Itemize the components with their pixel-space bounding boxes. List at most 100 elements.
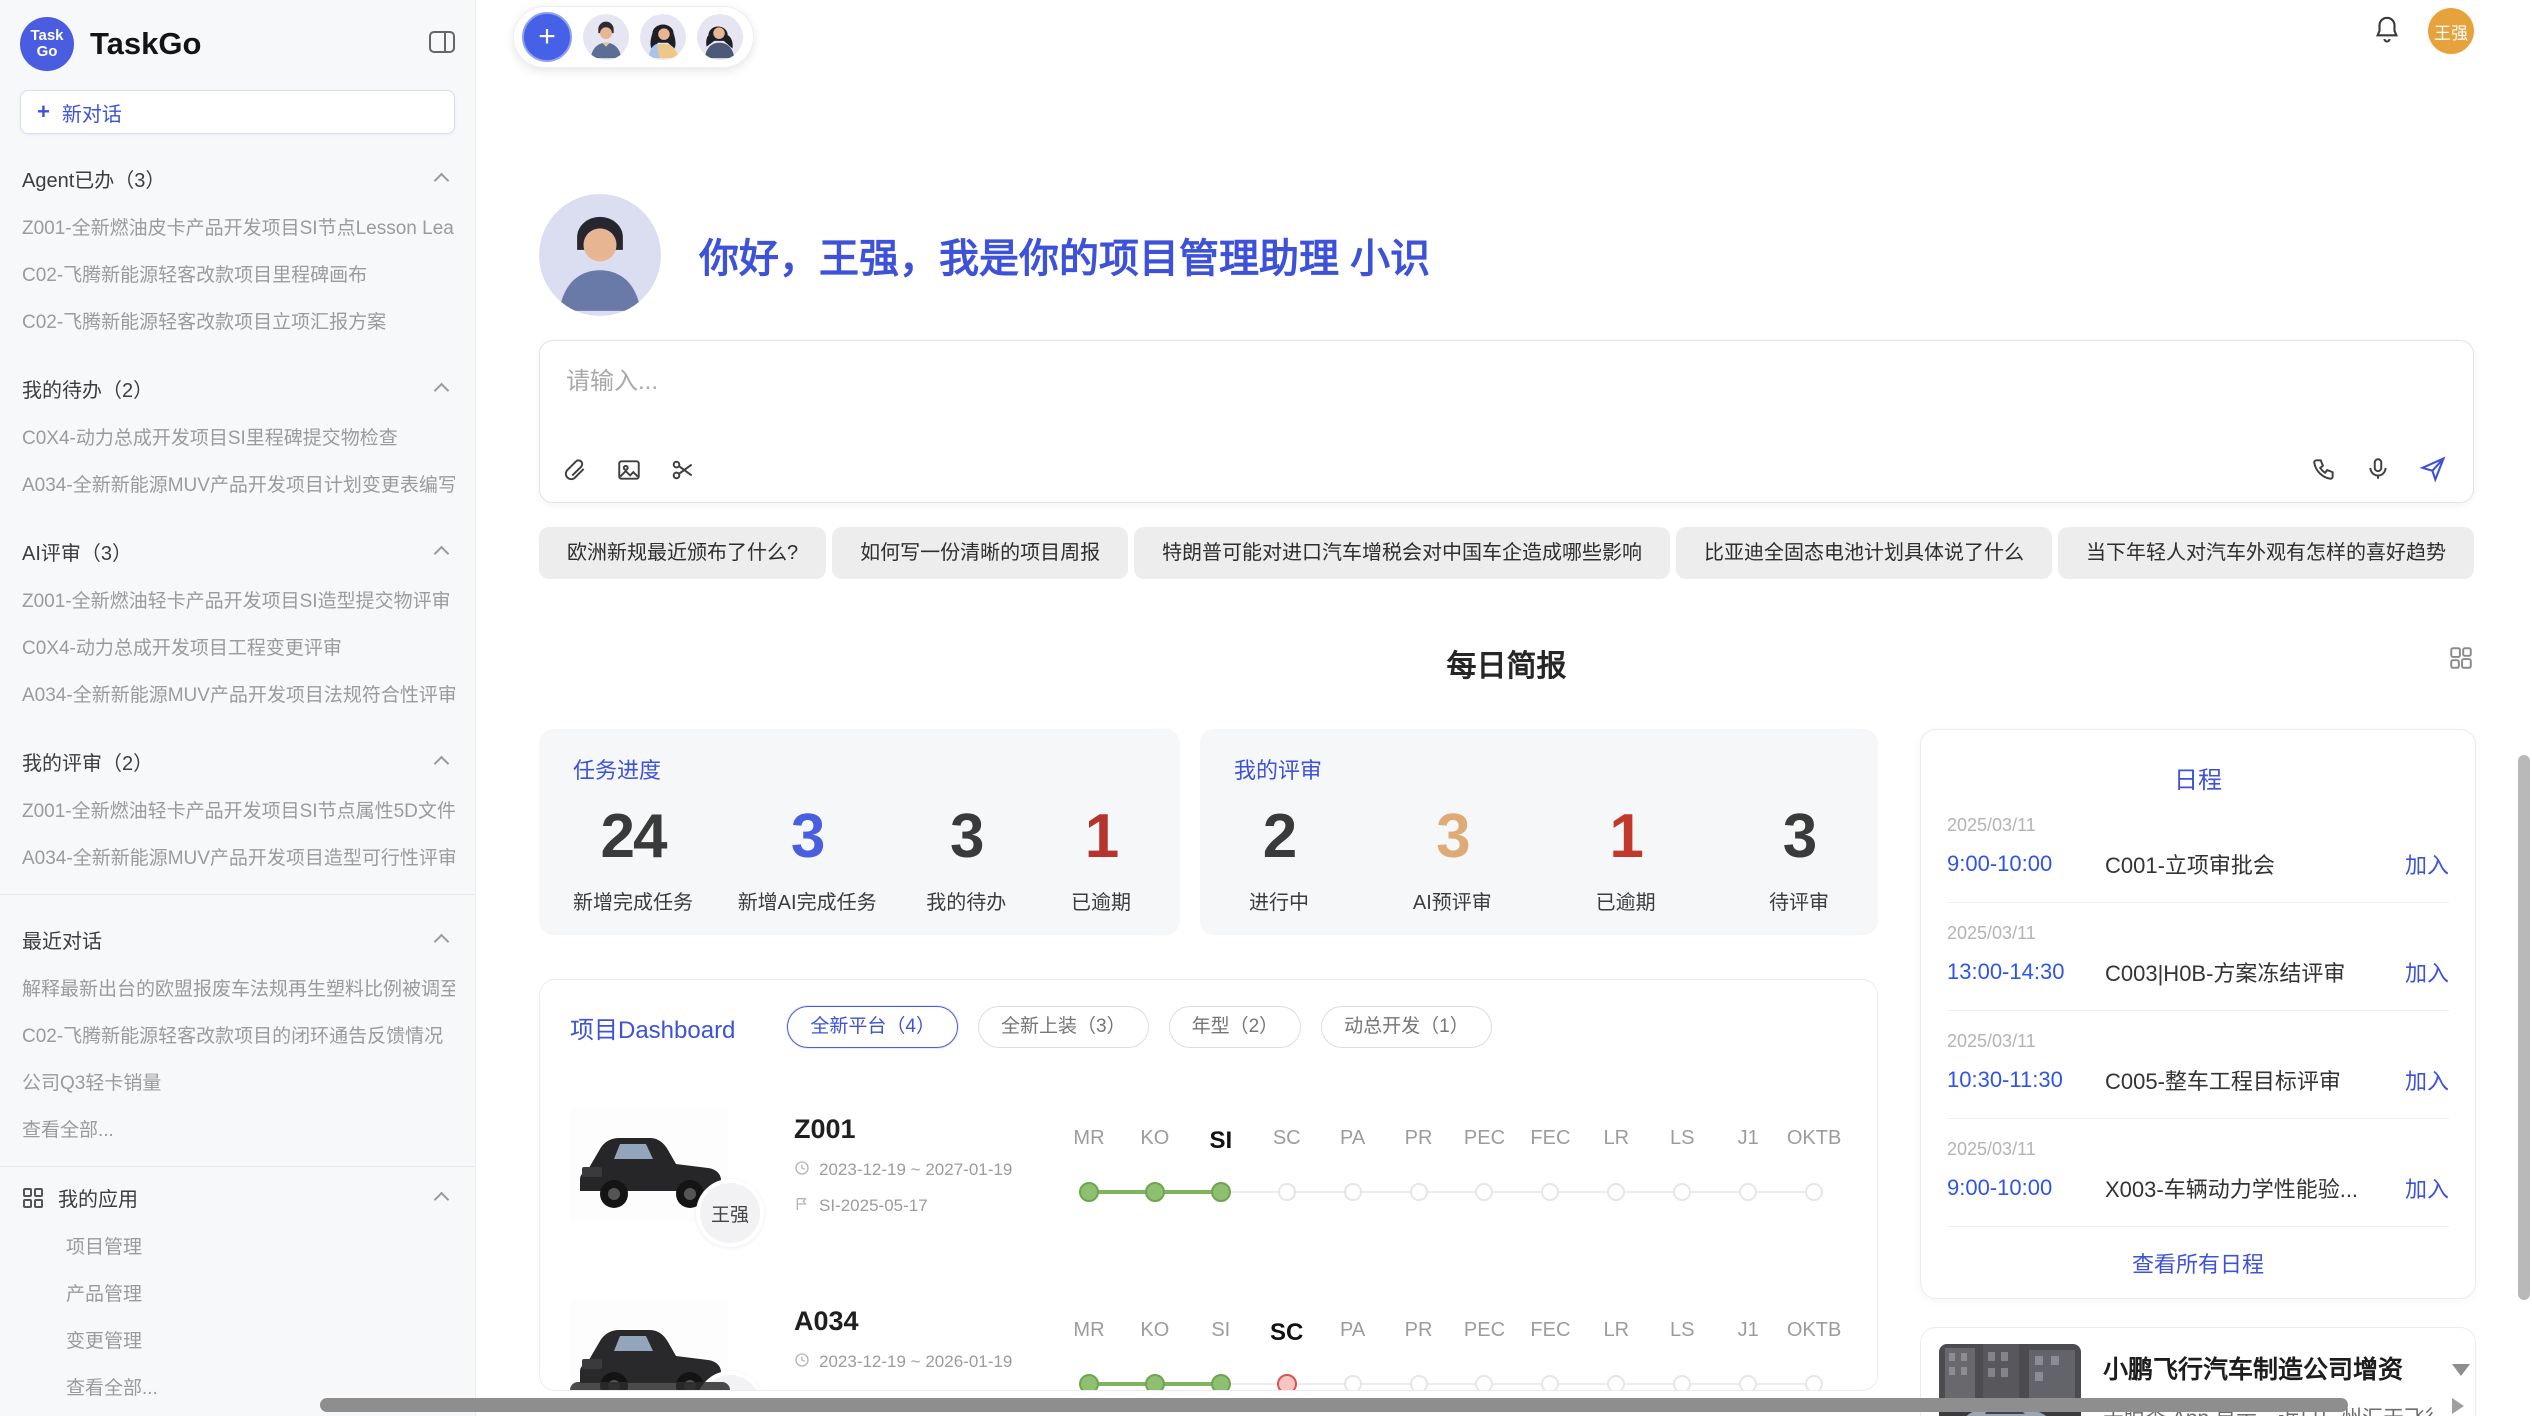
view-all-chats[interactable]: 查看全部... [20, 1105, 455, 1152]
member-avatar[interactable] [697, 14, 743, 60]
suggestion-chip[interactable]: 特朗普可能对进口汽车增税会对中国车企造成哪些影响 [1134, 527, 1670, 579]
app-link-product-mgmt[interactable]: 产品管理 [20, 1269, 455, 1316]
section-my-review[interactable]: 我的评审（2） [20, 741, 455, 782]
milestone-label: J1 [1715, 1319, 1781, 1347]
milestone-dot[interactable] [1739, 1183, 1757, 1201]
mic-icon[interactable] [2365, 456, 2391, 487]
milestone-label: OKTB [1781, 1319, 1847, 1347]
my-review-card: 我的评审 2进行中 3AI预评审 1已逾期 3待评审 [1200, 729, 1878, 935]
filter-chip[interactable]: 动总开发（1） [1321, 1006, 1492, 1048]
milestone-dot[interactable] [1079, 1182, 1099, 1202]
layout-grid-icon[interactable] [2448, 645, 2474, 676]
filter-chip[interactable]: 全新平台（4） [787, 1006, 958, 1048]
collapse-sidebar-icon[interactable] [429, 31, 455, 58]
milestone-dot[interactable] [1344, 1183, 1362, 1201]
project-row[interactable]: 王强 Z001 2023-12-19 ~ 2027-01-19 SI-2025-… [570, 1090, 1847, 1240]
task-item[interactable]: Z001-全新燃油皮卡产品开发项目SI节点Lesson Learn报告 [20, 203, 455, 250]
join-link[interactable]: 加入 [2405, 1064, 2449, 1096]
recent-chat-item[interactable]: C02-飞腾新能源轻客改款项目的闭环通告反馈情况 [20, 1011, 455, 1058]
section-ai-review[interactable]: AI评审（3） [20, 531, 455, 572]
event-date: 2025/03/11 [1947, 1139, 2449, 1160]
app-link-project-mgmt[interactable]: 项目管理 [20, 1222, 455, 1269]
task-item[interactable]: A034-全新新能源MUV产品开发项目计划变更表编写 [20, 460, 455, 507]
scroll-down-arrow[interactable] [2452, 1364, 2470, 1376]
phone-icon[interactable] [2311, 456, 2337, 487]
filter-chip[interactable]: 年型（2） [1169, 1006, 1302, 1048]
schedule-event[interactable]: 2025/03/11 9:00-10:00 X003-车辆动力学性能验... 加… [1947, 1119, 2449, 1227]
stat: 24新增完成任务 [573, 801, 693, 915]
scissors-icon[interactable] [670, 457, 696, 488]
send-icon[interactable] [2419, 455, 2447, 488]
vertical-scrollbar[interactable] [2518, 755, 2530, 1300]
topbar: + 王强 [539, 0, 2474, 70]
stat: 3待评审 [1754, 801, 1844, 915]
schedule-event[interactable]: 2025/03/11 10:30-11:30 C005-整车工程目标评审 加入 [1947, 1011, 2449, 1119]
sidebar-item-my-apps[interactable]: 我的应用 [20, 1173, 455, 1222]
milestone-dot[interactable] [1541, 1375, 1559, 1391]
filter-chip[interactable]: 全新上装（3） [978, 1006, 1149, 1048]
milestone-dot[interactable] [1739, 1375, 1757, 1391]
milestone-dot[interactable] [1145, 1374, 1165, 1391]
view-all-schedule-link[interactable]: 查看所有日程 [1947, 1227, 2449, 1299]
suggestion-chip[interactable]: 欧洲新规最近颁布了什么? [539, 527, 826, 579]
member-avatar[interactable] [583, 14, 629, 60]
milestone-dot[interactable] [1475, 1183, 1493, 1201]
task-item[interactable]: C02-飞腾新能源轻客改款项目立项汇报方案 [20, 297, 455, 344]
milestone-dot[interactable] [1805, 1183, 1823, 1201]
task-item[interactable]: C0X4-动力总成开发项目工程变更评审 [20, 623, 455, 670]
milestone-dot[interactable] [1673, 1375, 1691, 1391]
milestone-dot[interactable] [1079, 1374, 1099, 1391]
horizontal-scrollbar[interactable] [320, 1398, 2348, 1412]
milestone-dot[interactable] [1277, 1374, 1297, 1391]
app-link-change-mgmt[interactable]: 变更管理 [20, 1316, 455, 1363]
recent-chat-item[interactable]: 解释最新出台的欧盟报废车法规再生塑料比例被调至15%... [20, 964, 455, 1011]
dashboard-title: 项目Dashboard [570, 1010, 735, 1045]
suggestion-chip[interactable]: 比亚迪全固态电池计划具体说了什么 [1676, 527, 2052, 579]
image-icon[interactable] [616, 457, 642, 488]
milestone-dot[interactable] [1410, 1183, 1428, 1201]
suggestion-chip[interactable]: 当下年轻人对汽车外观有怎样的喜好趋势 [2058, 527, 2474, 579]
milestone-dot[interactable] [1145, 1182, 1165, 1202]
suggestion-chip[interactable]: 如何写一份清晰的项目周报 [832, 527, 1128, 579]
new-chat-button[interactable]: + 新对话 [20, 90, 455, 134]
join-link[interactable]: 加入 [2405, 1172, 2449, 1204]
task-item[interactable]: A034-全新新能源MUV产品开发项目造型可行性评审 [20, 833, 455, 880]
member-avatar[interactable] [640, 14, 686, 60]
task-item[interactable]: Z001-全新燃油轻卡产品开发项目SI造型提交物评审 [20, 576, 455, 623]
join-link[interactable]: 加入 [2405, 956, 2449, 988]
milestone-dot[interactable] [1541, 1183, 1559, 1201]
chat-input[interactable]: 请输入... [539, 340, 2474, 503]
schedule-event[interactable]: 2025/03/11 9:00-10:00 C001-立项审批会 加入 [1947, 795, 2449, 903]
join-link[interactable]: 加入 [2405, 848, 2449, 880]
milestone-label: SI [1188, 1127, 1254, 1155]
event-name: C003|H0B-方案冻结评审 [2105, 956, 2405, 988]
milestone-dot[interactable] [1673, 1183, 1691, 1201]
milestone-dot[interactable] [1805, 1375, 1823, 1391]
notification-bell-icon[interactable] [2372, 14, 2402, 49]
attachment-icon[interactable] [562, 457, 588, 488]
section-my-todo[interactable]: 我的待办（2） [20, 368, 455, 409]
milestone-label: PA [1320, 1319, 1386, 1347]
milestone-dot[interactable] [1607, 1375, 1625, 1391]
stat: 3我的待办 [921, 801, 1011, 915]
card-title: 任务进度 [573, 753, 1146, 785]
add-member-button[interactable]: + [522, 12, 572, 62]
task-item[interactable]: A034-全新新能源MUV产品开发项目法规符合性评审 [20, 670, 455, 717]
project-row[interactable]: 王强 A034 2023-12-19 ~ 2026-01-19 SC-2025-… [570, 1282, 1847, 1391]
milestone-dot[interactable] [1211, 1182, 1231, 1202]
section-agent-done[interactable]: Agent已办（3） [20, 158, 455, 199]
milestone-dot[interactable] [1278, 1183, 1296, 1201]
milestone-dot[interactable] [1211, 1374, 1231, 1391]
section-recent-chats[interactable]: 最近对话 [20, 919, 455, 960]
task-item[interactable]: C02-飞腾新能源轻客改款项目里程碑画布 [20, 250, 455, 297]
milestone-dot[interactable] [1475, 1375, 1493, 1391]
milestone-dot[interactable] [1607, 1183, 1625, 1201]
milestone-dot[interactable] [1410, 1375, 1428, 1391]
scroll-right-arrow[interactable] [2452, 1398, 2464, 1414]
recent-chat-item[interactable]: 公司Q3轻卡销量 [20, 1058, 455, 1105]
task-item[interactable]: C0X4-动力总成开发项目SI里程碑提交物检查 [20, 413, 455, 460]
task-item[interactable]: Z001-全新燃油轻卡产品开发项目SI节点属性5D文件评审 [20, 786, 455, 833]
schedule-event[interactable]: 2025/03/11 13:00-14:30 C003|H0B-方案冻结评审 加… [1947, 903, 2449, 1011]
user-avatar[interactable]: 王强 [2428, 8, 2474, 54]
milestone-dot[interactable] [1344, 1375, 1362, 1391]
